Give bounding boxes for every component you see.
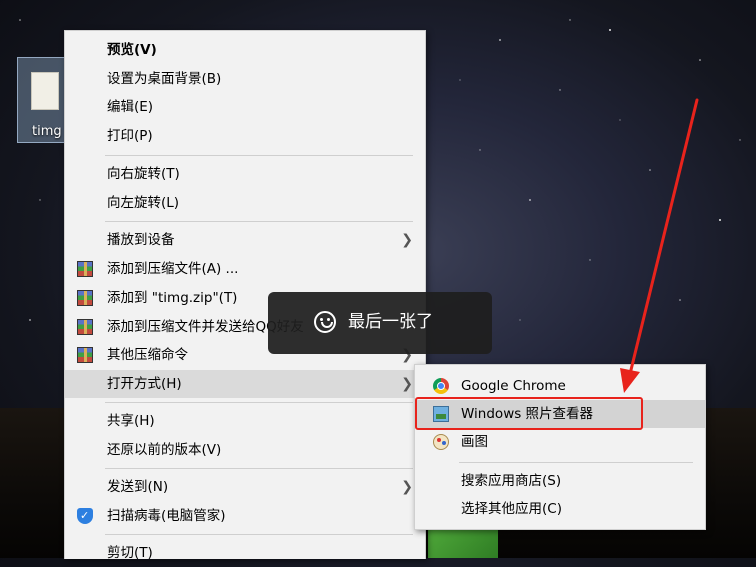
menu-item-label: 播放到设备 [107, 232, 175, 248]
menu-item-label: 添加到 "timg.zip"(T) [107, 290, 238, 306]
menu-item-label: 扫描病毒(电脑管家) [107, 508, 226, 524]
menu-item-share[interactable]: 共享(H) [65, 407, 425, 435]
winrar-icon [77, 261, 93, 277]
submenu-item-google-chrome[interactable]: Google Chrome [415, 372, 705, 400]
menu-item-label: 剪切(T) [107, 545, 153, 561]
menu-item-cast-to-device[interactable]: 播放到设备 ❯ [65, 226, 425, 254]
chevron-right-icon: ❯ [401, 376, 413, 392]
menu-item-rotate-right[interactable]: 向右旋转(T) [65, 160, 425, 188]
menu-item-send-to[interactable]: 发送到(N) ❯ [65, 473, 425, 501]
submenu-item-label: 选择其他应用(C) [461, 501, 562, 517]
menu-item-label: 向右旋转(T) [107, 166, 180, 182]
menu-item-print[interactable]: 打印(P) [65, 122, 425, 150]
menu-divider [105, 402, 413, 403]
menu-item-preview[interactable]: 预览(V) [65, 36, 425, 64]
highlight-annotation-box [415, 397, 643, 430]
paint-icon [433, 434, 449, 450]
image-thumbnail-icon [31, 72, 59, 110]
menu-item-label: 预览(V) [107, 42, 157, 58]
menu-item-edit[interactable]: 编辑(E) [65, 93, 425, 121]
menu-item-rotate-left[interactable]: 向左旋转(L) [65, 189, 425, 217]
submenu-item-label: Google Chrome [461, 378, 566, 394]
menu-item-label: 打印(P) [107, 128, 153, 144]
smiley-icon [314, 311, 336, 333]
submenu-item-choose-another-app[interactable]: 选择其他应用(C) [415, 495, 705, 523]
menu-item-label: 其他压缩命令 [107, 347, 188, 363]
menu-item-cut[interactable]: 剪切(T) [65, 539, 425, 567]
chevron-right-icon: ❯ [401, 232, 413, 248]
submenu-item-search-store[interactable]: 搜索应用商店(S) [415, 467, 705, 495]
menu-item-add-to-archive[interactable]: 添加到压缩文件(A) ... [65, 255, 425, 283]
menu-item-label: 还原以前的版本(V) [107, 442, 222, 458]
shield-icon [77, 502, 93, 530]
menu-divider [105, 468, 413, 469]
desktop-file-label: timg [32, 124, 62, 139]
menu-item-open-with[interactable]: 打开方式(H) ❯ [65, 370, 425, 398]
menu-item-label: 设置为桌面背景(B) [107, 71, 222, 87]
menu-item-label: 共享(H) [107, 413, 155, 429]
menu-item-scan-virus[interactable]: 扫描病毒(电脑管家) [65, 502, 425, 530]
submenu-item-paint[interactable]: 画图 [415, 428, 705, 456]
menu-item-set-desktop-background[interactable]: 设置为桌面背景(B) [65, 65, 425, 93]
menu-item-label: 打开方式(H) [107, 376, 182, 392]
grass-patch [428, 528, 498, 558]
winrar-icon [77, 290, 93, 306]
menu-item-label: 发送到(N) [107, 479, 169, 495]
desktop-file-icon[interactable]: timg [17, 57, 69, 143]
menu-item-restore-previous-versions[interactable]: 还原以前的版本(V) [65, 436, 425, 464]
menu-item-label: 向左旋转(L) [107, 195, 180, 211]
winrar-icon [77, 347, 93, 363]
menu-divider [105, 534, 413, 535]
submenu-divider [459, 462, 693, 463]
menu-divider [105, 155, 413, 156]
chevron-right-icon: ❯ [401, 479, 413, 495]
submenu-item-label: 画图 [461, 434, 488, 450]
menu-item-label: 添加到压缩文件(A) ... [107, 261, 239, 277]
toast-notification: 最后一张了 [268, 292, 492, 354]
submenu-item-label: 搜索应用商店(S) [461, 473, 562, 489]
winrar-icon [77, 319, 93, 335]
open-with-submenu: Google Chrome Windows 照片查看器 画图 搜索应用商店(S)… [414, 364, 706, 530]
chrome-icon [433, 378, 449, 394]
menu-item-label: 编辑(E) [107, 99, 154, 115]
toast-message: 最后一张了 [348, 312, 433, 332]
menu-divider [105, 221, 413, 222]
